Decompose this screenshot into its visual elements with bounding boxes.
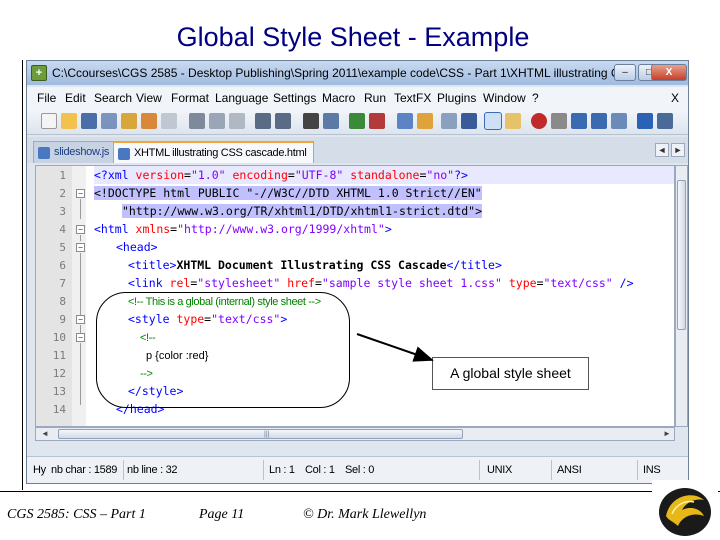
ucf-pegasus-logo bbox=[652, 480, 718, 538]
footer-course: CGS 2585: CSS – Part 1 bbox=[7, 507, 146, 522]
callout-arrow-icon bbox=[356, 333, 434, 362]
footer-author: © Dr. Mark Llewellyn bbox=[303, 507, 427, 522]
footer-divider bbox=[0, 491, 720, 492]
footer-page: Page 11 bbox=[199, 507, 245, 522]
